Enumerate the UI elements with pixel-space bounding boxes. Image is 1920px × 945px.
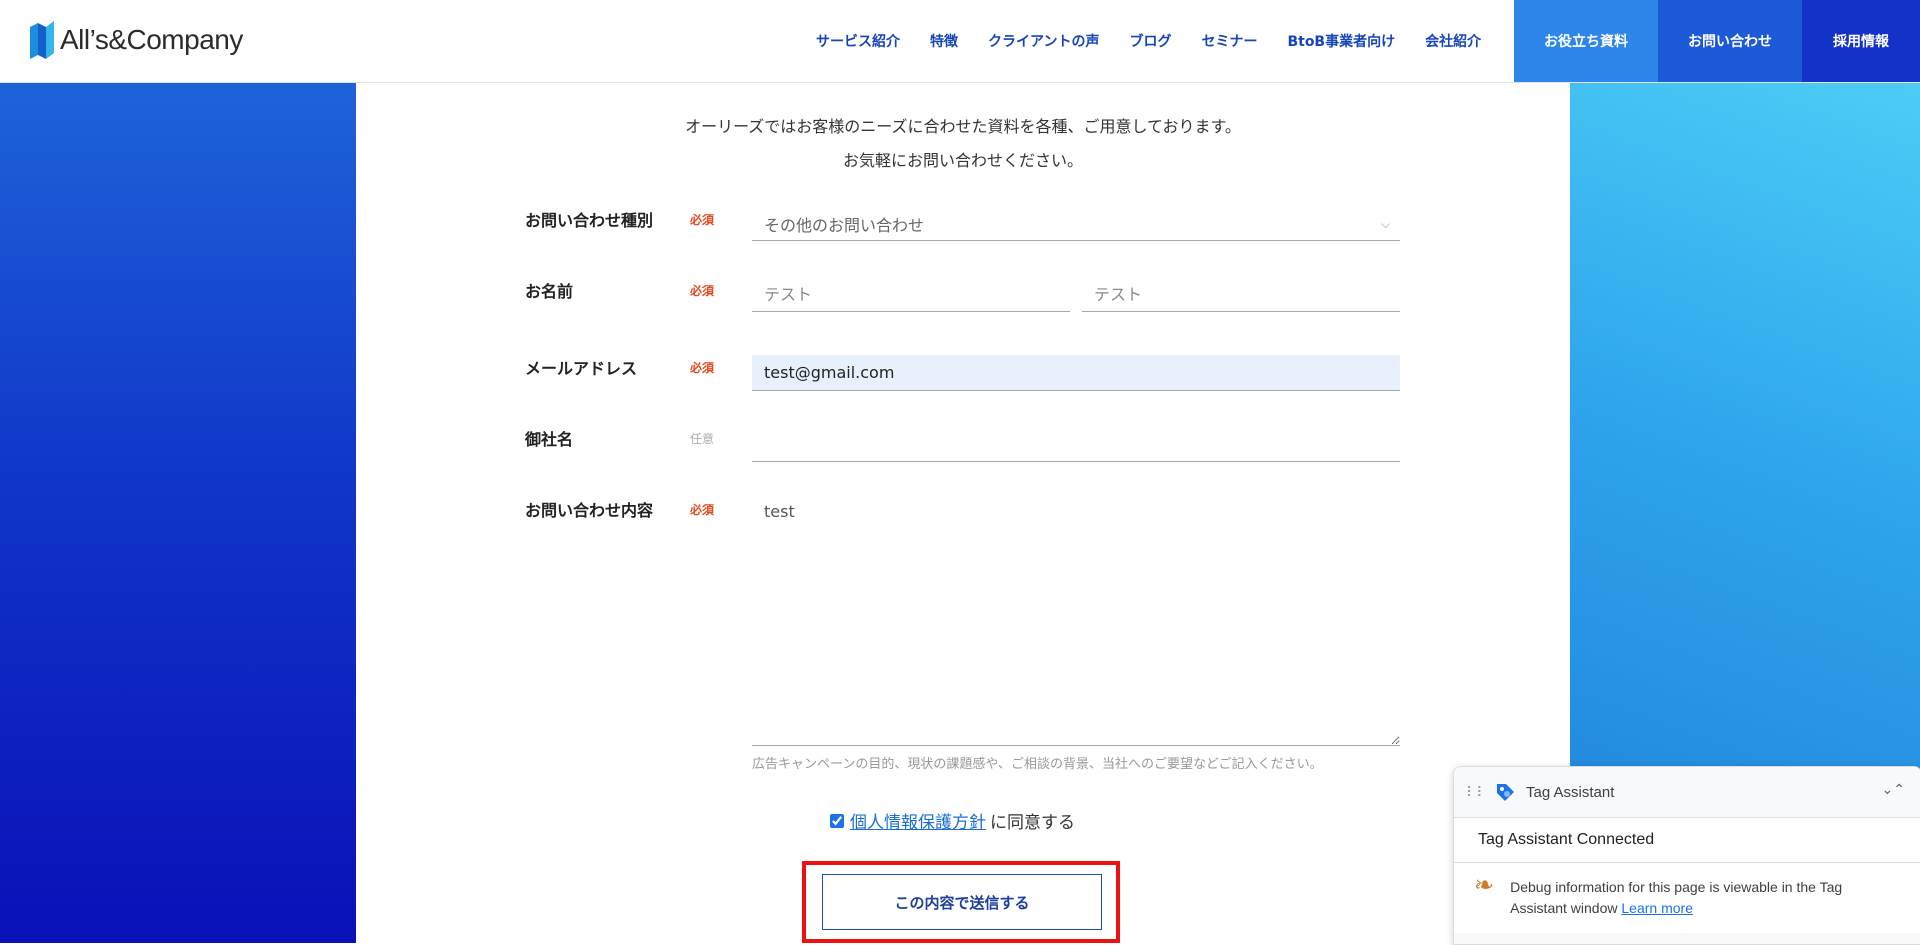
company-logo[interactable]: All’s&Company [30, 20, 243, 60]
optional-badge: 任意 [690, 432, 715, 446]
company-label: 御社名 [525, 430, 574, 449]
nav-item-company[interactable]: 会社紹介 [1425, 31, 1481, 51]
required-badge: 必須 [690, 284, 715, 298]
required-badge: 必須 [690, 361, 715, 375]
name-label: お名前 [525, 282, 574, 301]
tag-assistant-status: Tag Assistant Connected [1454, 817, 1920, 863]
learn-more-link[interactable]: Learn more [1621, 900, 1693, 916]
inquiry-content-label: お問い合わせ内容 [525, 501, 654, 520]
required-badge: 必須 [690, 213, 715, 227]
site-header: All’s&Company サービス紹介 特徴 クライアントの声 ブログ セミナ… [0, 0, 1920, 83]
privacy-policy-link[interactable]: 個人情報保護方針 [850, 808, 986, 833]
chevron-down-icon: ⌵ [1380, 217, 1390, 231]
nav-item-features[interactable]: 特徴 [930, 31, 958, 51]
nav-item-btob[interactable]: BtoB事業者向け [1287, 31, 1395, 51]
recruit-button[interactable]: 採用情報 [1802, 0, 1920, 82]
main-navigation: サービス紹介 特徴 クライアントの声 ブログ セミナー BtoB事業者向け 会社… [816, 0, 1511, 82]
tag-assistant-debug: ❧ Debug information for this page is vie… [1454, 863, 1920, 933]
required-badge: 必須 [690, 503, 715, 517]
nav-item-blog[interactable]: ブログ [1129, 31, 1171, 51]
nav-item-services[interactable]: サービス紹介 [816, 31, 900, 51]
tag-assistant-debug-text: Debug information for this page is viewa… [1510, 877, 1901, 919]
intro-line-2: お気軽にお問い合わせください。 [842, 151, 1083, 170]
submit-button[interactable]: この内容で送信する [822, 874, 1102, 930]
inquiry-content-textarea[interactable]: test [752, 492, 1400, 746]
tag-assistant-panel: ⠇⠇ Tag Assistant ⌄⌃ Tag Assistant Connec… [1453, 766, 1920, 945]
intro-line-1: オーリーズではお客様のニーズに合わせた資料を各種、ご用意しております。 [685, 117, 1241, 136]
collapse-icon[interactable]: ⌄⌃ [1882, 781, 1905, 798]
email-input[interactable] [752, 355, 1400, 391]
company-input[interactable] [752, 426, 1400, 462]
last-name-input[interactable] [752, 278, 1070, 312]
inquiry-content-helper: 広告キャンペーンの目的、現状の課題感や、ご相談の背景、当社へのご要望などご記入く… [752, 757, 1323, 772]
nav-item-seminar[interactable]: セミナー [1201, 31, 1257, 51]
resources-button[interactable]: お役立ち資料 [1514, 0, 1658, 82]
left-gradient-background [0, 82, 356, 943]
tag-assistant-title: Tag Assistant [1526, 783, 1615, 801]
butterfly-icon: ❧ [1474, 872, 1495, 899]
privacy-agree-suffix: に同意する [990, 813, 1075, 833]
drag-handle-icon[interactable]: ⠇⠇ [1466, 784, 1487, 801]
logo-mark-icon [30, 21, 54, 59]
tag-assistant-header: ⠇⠇ Tag Assistant ⌄⌃ [1454, 767, 1920, 817]
tag-assistant-logo-icon [1497, 784, 1514, 801]
inquiry-type-label: お問い合わせ種別 [525, 211, 654, 230]
nav-item-client-voices[interactable]: クライアントの声 [988, 31, 1099, 51]
contact-button[interactable]: お問い合わせ [1658, 0, 1802, 82]
privacy-agreement: 個人情報保護方針 に同意する [830, 808, 1075, 833]
inquiry-type-select[interactable]: その他のお問い合わせ ⌵ [752, 207, 1400, 241]
logo-text: All’s&Company [60, 24, 243, 55]
inquiry-type-value: その他のお問い合わせ [764, 215, 925, 235]
intro-text: オーリーズではお客様のニーズに合わせた資料を各種、ご用意しております。 お気軽に… [356, 110, 1570, 178]
email-label: メールアドレス [525, 359, 638, 378]
first-name-input[interactable] [1082, 278, 1400, 312]
privacy-agree-checkbox[interactable] [830, 813, 844, 828]
